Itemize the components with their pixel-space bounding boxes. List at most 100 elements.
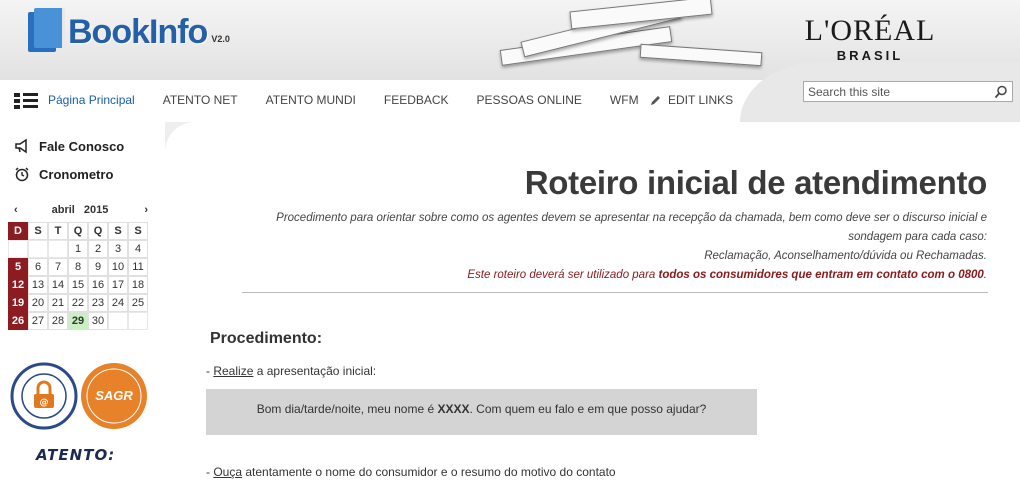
- calendar-day[interactable]: 18: [128, 276, 148, 294]
- calendar-weekday: D: [8, 222, 28, 240]
- calendar-day[interactable]: 25: [128, 294, 148, 312]
- calendar-day[interactable]: 10: [108, 258, 128, 276]
- calendar-empty-cell: [128, 312, 148, 330]
- calendar-day[interactable]: 30: [88, 312, 108, 330]
- calendar-day[interactable]: 1: [68, 240, 88, 258]
- calendar-day[interactable]: 2: [88, 240, 108, 258]
- page-intro: Procedimento para orientar sobre como os…: [227, 209, 987, 285]
- divider: [242, 292, 988, 293]
- calendar-day[interactable]: 14: [48, 276, 68, 294]
- calendar-next-button[interactable]: ›: [144, 204, 148, 216]
- brand-subtitle: BRASIL: [836, 48, 904, 63]
- calendar-day[interactable]: 7: [48, 258, 68, 276]
- loreal-brand-logo: L'ORÉAL BRASIL: [780, 14, 960, 64]
- calendar-header: ‹ abril 2015 ›: [8, 200, 152, 222]
- calendar-day[interactable]: 27: [28, 312, 48, 330]
- calendar-day[interactable]: 3: [108, 240, 128, 258]
- bookinfo-logo[interactable]: BookInfo V2.0: [28, 8, 230, 54]
- search-input[interactable]: [804, 82, 992, 101]
- logo-text: BookInfo: [68, 13, 208, 51]
- intro-line-3: Reclamação, Aconselhamento/dúvida ou Rec…: [704, 250, 987, 262]
- calendar-day[interactable]: 26: [8, 312, 28, 330]
- search-icon[interactable]: [994, 85, 1008, 99]
- intro-line-2: sondagem para cada caso:: [848, 231, 987, 243]
- agent-name-placeholder: XXXX: [437, 402, 470, 416]
- calendar-day[interactable]: 12: [8, 276, 28, 294]
- intro-0800-highlight: todos os consumidores que entram em cont…: [658, 269, 984, 281]
- sidebar-link-label: Cronometro: [39, 166, 114, 182]
- calendar-year: 2015: [83, 204, 109, 216]
- greeting-script-box: Bom dia/tarde/noite, meu nome é XXXX. Co…: [206, 389, 757, 435]
- calendar-week-row: 1234: [8, 240, 152, 258]
- procedure-heading: Procedimento:: [210, 330, 323, 347]
- calendar-day-today[interactable]: 29: [68, 312, 88, 330]
- calendar-day[interactable]: 22: [68, 294, 88, 312]
- pencil-icon: [651, 96, 660, 105]
- calendar-day[interactable]: 16: [88, 276, 108, 294]
- procedure-step-1: - Realize a apresentação inicial:: [206, 364, 377, 378]
- calendar-day[interactable]: 13: [28, 276, 48, 294]
- calendar-day[interactable]: 5: [8, 258, 28, 276]
- calendar-weekday: T: [48, 222, 68, 240]
- calendar-day[interactable]: 15: [68, 276, 88, 294]
- brand-name: L'ORÉAL: [804, 14, 936, 47]
- svg-text:@: @: [40, 398, 49, 408]
- procedure-step-2: - Ouça atentamente o nome do consumidor …: [206, 465, 616, 479]
- calendar-day[interactable]: 28: [48, 312, 68, 330]
- calendar-day[interactable]: 8: [68, 258, 88, 276]
- nav-item-feedback[interactable]: FEEDBACK: [384, 93, 449, 107]
- calendar-day[interactable]: 23: [88, 294, 108, 312]
- calendar-week-row: 5 6 7 8 9 10 11: [8, 258, 152, 276]
- logo-version: V2.0: [211, 34, 230, 44]
- edit-links-button[interactable]: EDIT LINKS: [650, 93, 733, 107]
- calendar-day[interactable]: 11: [128, 258, 148, 276]
- calendar-week-row: 26 27 28 29 30: [8, 312, 152, 330]
- calendar-day[interactable]: 6: [28, 258, 48, 276]
- edit-links-label: EDIT LINKS: [668, 93, 734, 107]
- sidebar-link-cronometro[interactable]: Cronometro: [14, 166, 113, 182]
- calendar-day[interactable]: 21: [48, 294, 68, 312]
- atento-logo: ATENTO:: [36, 446, 116, 464]
- menu-list-icon[interactable]: [14, 92, 38, 110]
- calendar-day[interactable]: 17: [108, 276, 128, 294]
- sagr-seal-icon: SAGR: [81, 363, 147, 429]
- sidebar-link-label: Fale Conosco: [39, 138, 125, 154]
- books-banner-image: [460, 0, 763, 80]
- intro-line-4: Este roteiro deverá ser utilizado para t…: [467, 269, 987, 281]
- intro-line-1: Procedimento para orientar sobre como os…: [276, 212, 987, 224]
- calendar-empty-cell: [108, 312, 128, 330]
- step-2-link[interactable]: Ouça: [213, 465, 242, 479]
- calendar-day[interactable]: 20: [28, 294, 48, 312]
- calendar-month: abril: [51, 204, 75, 216]
- calendar-day[interactable]: 24: [108, 294, 128, 312]
- calendar-day[interactable]: 9: [88, 258, 108, 276]
- calendar-grid: D S T Q Q S S 1 2 3 4 5 6 7 8 9 10 11 12 13 14 15 16 17 18 19 20 21…: [8, 222, 152, 330]
- calendar-weekday: Q: [68, 222, 88, 240]
- calendar-weekday: S: [108, 222, 128, 240]
- calendar-weekday: S: [128, 222, 148, 240]
- main-navigation: Página Principal ATENTO NET ATENTO MUNDI…: [48, 93, 667, 107]
- calendar-widget: ‹ abril 2015 › D S T Q Q S S 1 2 3 4 5 6 7 8 9 10 11 12 13 1…: [8, 200, 152, 330]
- security-policy-seal-icon: @: [10, 362, 78, 430]
- calendar-week-row: 19 20 21 22 23 24 25: [8, 294, 152, 312]
- book-logo-icon: [28, 8, 65, 54]
- step-1-link[interactable]: Realize: [213, 364, 253, 378]
- calendar-weekday: Q: [88, 222, 108, 240]
- calendar-day[interactable]: 4: [128, 240, 148, 258]
- calendar-day[interactable]: 19: [8, 294, 28, 312]
- nav-item-atento-mundi[interactable]: ATENTO MUNDI: [266, 93, 356, 107]
- site-search-box: [803, 81, 1013, 102]
- nav-item-pagina-principal[interactable]: Página Principal: [48, 93, 135, 107]
- nav-item-wfm[interactable]: WFM: [610, 93, 639, 107]
- calendar-weekday: S: [28, 222, 48, 240]
- megaphone-icon: [15, 138, 27, 154]
- calendar-empty-cell: [48, 240, 68, 258]
- calendar-empty-cell: [28, 240, 48, 258]
- certification-badges: @ SAGR: [10, 362, 150, 439]
- calendar-weekday-row: DSTQQSS: [8, 222, 152, 240]
- sidebar-link-fale-conosco[interactable]: Fale Conosco: [14, 138, 124, 154]
- certification-seals: @ SAGR: [10, 362, 147, 430]
- nav-item-atento-net[interactable]: ATENTO NET: [163, 93, 238, 107]
- nav-item-pessoas-online[interactable]: PESSOAS ONLINE: [477, 93, 582, 107]
- page-title: Roteiro inicial de atendimento: [524, 164, 988, 201]
